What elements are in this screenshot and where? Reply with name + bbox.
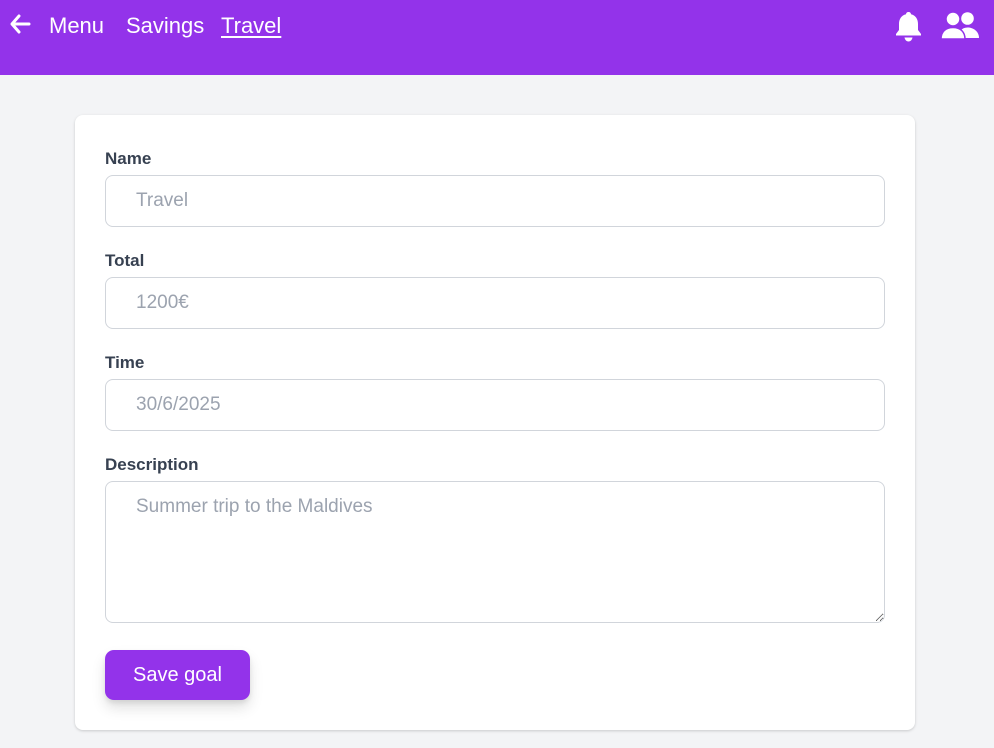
arrow-left-icon[interactable] xyxy=(9,13,31,35)
description-label: Description xyxy=(105,455,199,474)
name-label: Name xyxy=(105,149,152,168)
goal-form-card: Name Total Time Description Save goal xyxy=(75,115,915,730)
total-input[interactable] xyxy=(105,277,885,329)
total-label: Total xyxy=(105,251,145,270)
save-goal-button[interactable]: Save goal xyxy=(105,650,250,700)
breadcrumb-savings-link[interactable]: Savings xyxy=(126,12,204,40)
description-textarea[interactable] xyxy=(105,481,885,623)
breadcrumb-travel-link[interactable]: Travel xyxy=(221,12,281,40)
time-input[interactable] xyxy=(105,379,885,431)
name-input[interactable] xyxy=(105,175,885,227)
time-label: Time xyxy=(105,353,145,372)
top-bar: Menu Savings Travel xyxy=(0,0,994,75)
breadcrumb-menu-link[interactable]: Menu xyxy=(49,12,104,40)
users-icon[interactable] xyxy=(940,11,980,40)
bell-icon[interactable] xyxy=(894,10,923,42)
